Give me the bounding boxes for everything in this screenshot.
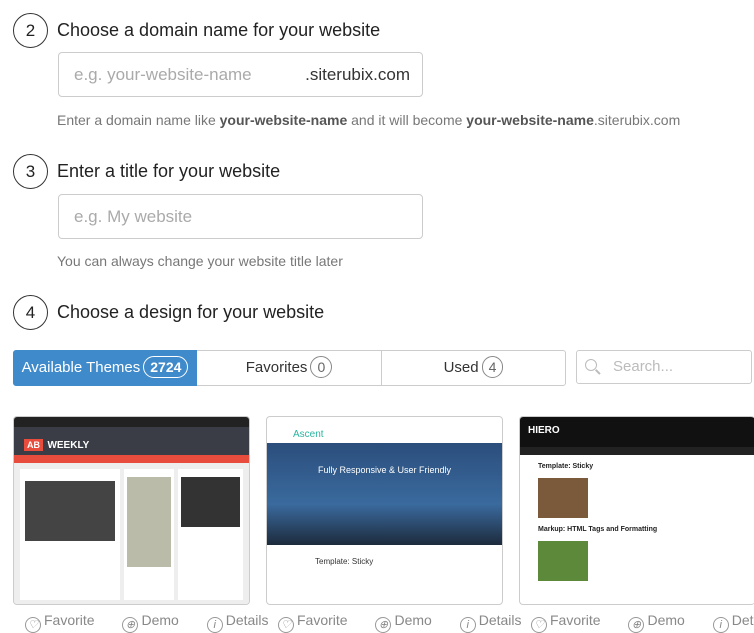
- domain-placeholder: e.g. your-website-name: [74, 65, 252, 84]
- demo-button[interactable]: ⊕ Demo: [122, 612, 190, 633]
- favorite-button[interactable]: ♡ Favorite: [531, 612, 613, 633]
- search-icon: [585, 359, 597, 371]
- details-button[interactable]: iDetails: [459, 612, 534, 633]
- theme-card-ascent[interactable]: Ascent Fully Responsive & User Friendly …: [266, 416, 503, 605]
- domain-input[interactable]: e.g. your-website-name .siterubix.com: [58, 52, 423, 97]
- title-input[interactable]: e.g. My website: [58, 194, 423, 239]
- search-input[interactable]: Search...: [576, 350, 752, 384]
- theme-post-title: Template: Sticky: [538, 463, 594, 470]
- theme-actions: ♡Favorite ⊕Demo iDetails: [278, 612, 546, 633]
- theme-post-title-2: Markup: HTML Tags and Formatting: [538, 526, 658, 533]
- domain-help: Enter a domain name like your-website-na…: [57, 112, 681, 128]
- theme-logo: WEEKLY: [47, 440, 90, 451]
- details-button[interactable]: iDetails: [206, 612, 281, 633]
- step-2-heading: Choose a domain name for your website: [57, 20, 381, 40]
- demo-button[interactable]: ⊕ Demo: [375, 612, 443, 633]
- title-help: You can always change your website title…: [57, 253, 343, 269]
- count-badge: 2724: [143, 356, 189, 378]
- theme-card-weekly[interactable]: AB WEEKLY: [13, 416, 250, 605]
- domain-suffix: .siterubix.com: [305, 65, 410, 84]
- step-3-number: 3: [13, 154, 48, 189]
- heart-icon: ♡: [25, 617, 41, 633]
- theme-actions: ♡Favorite ⊕Demo iDetails: [25, 612, 293, 633]
- globe-icon: ⊕: [375, 617, 392, 633]
- theme-logo: HIERO: [520, 417, 754, 447]
- title-placeholder: e.g. My website: [74, 207, 193, 226]
- details-button[interactable]: iDetails: [712, 612, 754, 633]
- step-4-number: 4: [13, 295, 48, 330]
- globe-icon: ⊕: [122, 617, 139, 633]
- heart-icon: ♡: [531, 617, 547, 633]
- count-badge: 0: [310, 356, 333, 378]
- theme-card-hiero[interactable]: HIERO Template: Sticky Markup: HTML Tags…: [519, 416, 754, 605]
- favorite-button[interactable]: ♡ Favorite: [25, 612, 107, 633]
- globe-icon: ⊕: [628, 617, 645, 633]
- step-2-number: 2: [13, 13, 48, 48]
- step-4-heading: Choose a design for your website: [57, 302, 325, 322]
- tab-used[interactable]: Used 4: [381, 350, 566, 386]
- theme-logo: Ascent: [293, 429, 324, 440]
- favorite-button[interactable]: ♡ Favorite: [278, 612, 360, 633]
- theme-post-title: Template: Sticky: [315, 557, 374, 566]
- info-icon: i: [459, 617, 476, 633]
- theme-hero: Fully Responsive & User Friendly: [267, 443, 502, 545]
- step-3-heading: Enter a title for your website: [57, 161, 281, 181]
- demo-button[interactable]: ⊕ Demo: [628, 612, 696, 633]
- tab-favorites[interactable]: Favorites 0: [197, 350, 382, 386]
- info-icon: i: [206, 617, 223, 633]
- info-icon: i: [712, 617, 729, 633]
- tab-available-themes[interactable]: Available Themes 2724: [13, 350, 197, 386]
- theme-actions: ♡Favorite ⊕Demo iDetails: [531, 612, 754, 633]
- count-badge: 4: [481, 356, 504, 378]
- heart-icon: ♡: [278, 617, 294, 633]
